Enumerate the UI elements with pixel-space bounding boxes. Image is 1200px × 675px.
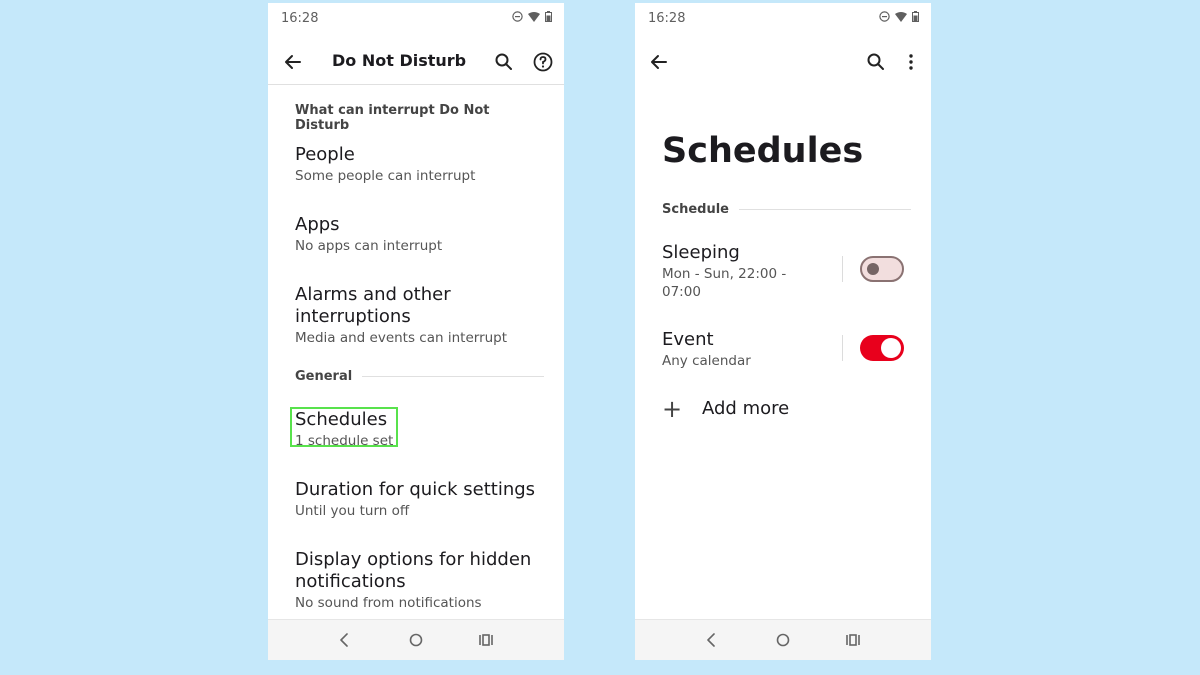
section-divider (738, 209, 911, 210)
section-header-interrupt: What can interrupt Do Not Disturb (295, 103, 490, 133)
nav-home-icon[interactable] (774, 631, 792, 649)
display-options-title: Display options for hidden notifications (295, 549, 532, 592)
toggle-knob (881, 338, 901, 358)
app-bar (635, 39, 931, 85)
page-title: Schedules (662, 131, 864, 171)
display-options-item[interactable]: Display options for hidden notifications… (295, 549, 544, 612)
status-bar: 16:28 (635, 3, 931, 33)
event-toggle[interactable] (860, 335, 904, 361)
apps-summary: No apps can interrupt (295, 238, 443, 254)
arrow-back-icon[interactable] (647, 50, 671, 74)
apps-item[interactable]: Apps No apps can interrupt (295, 214, 544, 255)
alarms-summary: Media and events can interrupt (295, 330, 508, 346)
do-not-disturb-icon (879, 11, 890, 22)
toggle-knob (867, 263, 879, 275)
people-summary: Some people can interrupt (295, 168, 476, 184)
schedule-event-item[interactable]: Event Any calendar (662, 329, 826, 370)
add-more-label: Add more (702, 398, 790, 419)
duration-item[interactable]: Duration for quick settings Until you tu… (295, 479, 544, 520)
sleeping-toggle[interactable] (860, 256, 904, 282)
duration-summary: Until you turn off (295, 503, 410, 519)
nav-back-icon[interactable] (336, 631, 354, 649)
search-icon[interactable] (492, 50, 516, 74)
schedule-event-title: Event (662, 329, 714, 350)
do-not-disturb-screen: 16:28 Do Not Disturb What can interrupt … (268, 3, 564, 660)
schedule-sleeping-item[interactable]: Sleeping Mon - Sun, 22:00 - 07:00 (662, 242, 826, 301)
wifi-icon (895, 11, 907, 22)
toggle-divider (842, 256, 843, 282)
do-not-disturb-icon (512, 11, 523, 22)
battery-icon (912, 11, 919, 22)
arrow-back-icon[interactable] (281, 50, 305, 74)
status-time: 16:28 (281, 11, 319, 26)
apps-title: Apps (295, 214, 340, 235)
help-circle-icon[interactable] (531, 50, 555, 74)
status-time: 16:28 (648, 11, 686, 26)
display-options-summary: No sound from notifications (295, 595, 482, 611)
navigation-bar (635, 619, 931, 660)
nav-recents-icon[interactable] (844, 631, 862, 649)
highlight-box (290, 407, 398, 447)
wifi-icon (528, 11, 540, 22)
duration-title: Duration for quick settings (295, 479, 536, 500)
nav-back-icon[interactable] (703, 631, 721, 649)
alarms-item[interactable]: Alarms and other interruptions Media and… (295, 284, 544, 347)
people-item[interactable]: People Some people can interrupt (295, 144, 544, 185)
nav-home-icon[interactable] (407, 631, 425, 649)
status-bar: 16:28 (268, 3, 564, 33)
schedule-event-summary: Any calendar (662, 353, 751, 369)
app-bar-divider (268, 84, 564, 85)
add-more-button[interactable]: + Add more (662, 394, 790, 423)
toggle-divider (842, 335, 843, 361)
section-divider (362, 376, 544, 377)
app-bar: Do Not Disturb (268, 39, 564, 85)
battery-icon (545, 11, 552, 22)
section-header-general: General (295, 369, 544, 384)
navigation-bar (268, 619, 564, 660)
page-title: Do Not Disturb (332, 51, 467, 70)
section-header-schedule: Schedule (662, 202, 911, 217)
more-vert-icon[interactable] (899, 50, 923, 74)
nav-recents-icon[interactable] (477, 631, 495, 649)
schedule-sleeping-title: Sleeping (662, 242, 740, 263)
search-icon[interactable] (864, 50, 888, 74)
people-title: People (295, 144, 355, 165)
plus-icon: + (662, 394, 683, 423)
schedule-sleeping-summary: Mon - Sun, 22:00 - 07:00 (662, 266, 787, 300)
schedules-screen: 16:28 Schedules Schedule Sleeping Mon - … (635, 3, 931, 660)
alarms-title: Alarms and other interruptions (295, 284, 451, 327)
